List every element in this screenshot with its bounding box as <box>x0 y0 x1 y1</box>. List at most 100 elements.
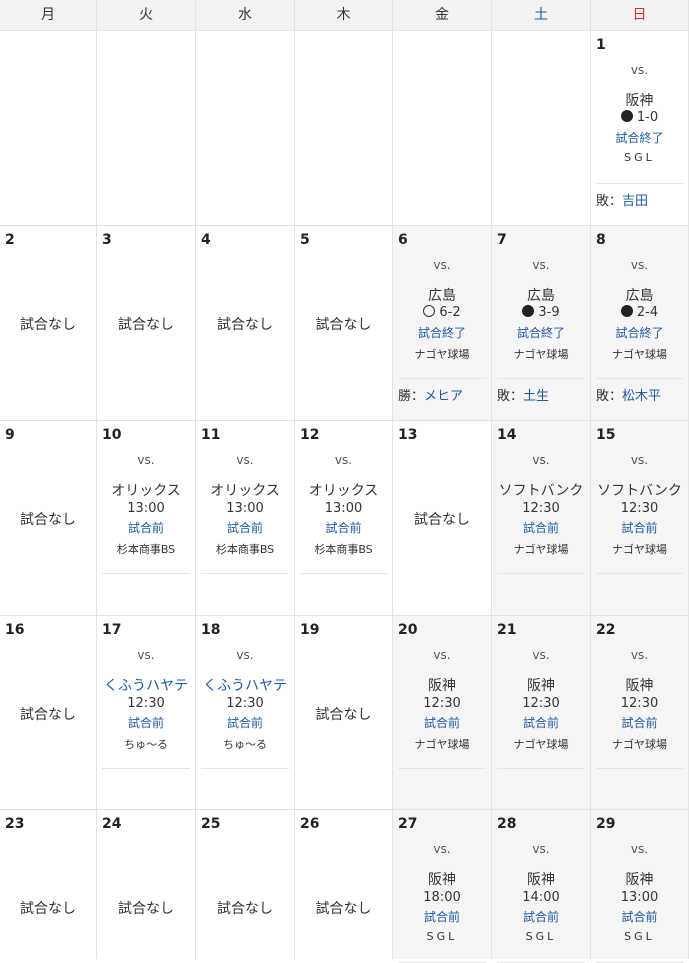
calendar-day-cell[interactable]: 12 vs. オリックス 13:00 試合前 杉本商事BS <box>295 420 393 615</box>
calendar-day-cell[interactable]: 28 vs. 阪神 14:00 試合前 SGL <box>492 809 591 963</box>
day-number: 20 <box>398 622 418 638</box>
game-time: 13:00 <box>226 501 264 516</box>
game-time: 12:30 <box>226 696 264 711</box>
venue-name: ナゴヤ球場 <box>513 738 569 751</box>
venue-name: 杉本商事BS <box>314 543 373 556</box>
game-status-link[interactable]: 試合前 <box>591 714 688 731</box>
calendar-day-cell: 26 試合なし <box>295 809 393 959</box>
opponent-name: 阪神 <box>527 678 555 694</box>
calendar-day-cell: 25 試合なし <box>196 809 295 959</box>
no-game-label: 試合なし <box>20 901 76 917</box>
game-time: 12:30 <box>423 696 461 711</box>
calendar-day-cell[interactable]: 22 vs. 阪神 12:30 試合前 ナゴヤ球場 <box>591 615 689 809</box>
pitcher-divider <box>596 378 683 379</box>
calendar-day-cell[interactable]: 27 vs. 阪神 18:00 試合前 SGL <box>393 809 492 963</box>
vs-label: vs. <box>137 648 155 662</box>
pitcher-link[interactable]: 松木平 <box>622 389 661 404</box>
pitcher-divider <box>596 183 683 184</box>
calendar-day-cell <box>0 30 97 225</box>
opponent-name: 広島 <box>428 288 456 304</box>
game-status-link[interactable]: 試合前 <box>393 908 491 925</box>
opponent-name: 阪神 <box>625 872 654 888</box>
calendar-day-cell[interactable]: 21 vs. 阪神 12:30 試合前 ナゴヤ球場 <box>492 615 591 809</box>
weekday-header: 火 <box>97 0 196 30</box>
vs-label: vs. <box>630 63 649 77</box>
game-status-link[interactable]: 試合前 <box>196 714 294 731</box>
calendar-day-cell[interactable]: 17 vs. くふうハヤテ 12:30 試合前 ちゅ～る <box>97 615 196 809</box>
no-game-label: 試合なし <box>20 512 76 528</box>
day-number: 28 <box>497 816 517 832</box>
opponent-name[interactable]: くふうハヤテ <box>97 675 195 695</box>
game-divider <box>596 768 683 769</box>
day-number: 21 <box>497 622 517 638</box>
game-status-link[interactable]: 試合前 <box>591 519 688 536</box>
game-time: 12:30 <box>522 696 560 711</box>
game-status-link[interactable]: 試合前 <box>97 519 195 536</box>
day-number: 19 <box>300 622 320 638</box>
venue-name: SGL <box>624 151 655 164</box>
calendar-day-cell[interactable]: 15 vs. ソフトバンク 12:30 試合前 ナゴヤ球場 <box>591 420 689 615</box>
game-status-link[interactable]: 試合前 <box>97 714 195 731</box>
calendar-day-cell[interactable]: 6 vs. 広島 6-2 試合終了 ナゴヤ球場 勝：メヒア <box>393 225 492 420</box>
calendar-day-cell[interactable]: 11 vs. オリックス 13:00 試合前 杉本商事BS <box>196 420 295 615</box>
pitcher-divider <box>497 378 585 379</box>
game-status-link[interactable]: 試合前 <box>591 908 688 925</box>
pitcher-link[interactable]: 吉田 <box>622 194 648 209</box>
opponent-name: ソフトバンク <box>498 483 584 499</box>
decision-label: 敗： <box>596 194 623 209</box>
game-status-link[interactable]: 試合終了 <box>492 324 590 341</box>
day-number: 15 <box>596 427 616 443</box>
vs-label: vs. <box>630 258 649 272</box>
calendar-day-cell[interactable]: 1 vs. 阪神 1-0 試合終了 SGL 敗：吉田 <box>591 30 689 225</box>
venue-name: ナゴヤ球場 <box>612 543 667 556</box>
vs-label: vs. <box>532 258 550 272</box>
opponent-name[interactable]: くふうハヤテ <box>196 675 294 695</box>
calendar-day-cell[interactable]: 14 vs. ソフトバンク 12:30 試合前 ナゴヤ球場 <box>492 420 591 615</box>
vs-label: vs. <box>137 453 155 467</box>
calendar-day-cell: 5 試合なし <box>295 225 393 420</box>
decision-pitcher: 敗：松木平 <box>596 385 661 404</box>
game-status-link[interactable]: 試合終了 <box>591 324 688 341</box>
pitcher-link[interactable]: メヒア <box>424 389 463 404</box>
game-status-link[interactable]: 試合終了 <box>591 129 688 146</box>
calendar-day-cell[interactable]: 7 vs. 広島 3-9 試合終了 ナゴヤ球場 敗：土生 <box>492 225 591 420</box>
day-number: 26 <box>300 816 320 832</box>
day-number: 18 <box>201 622 221 638</box>
calendar-day-cell: 16 試合なし <box>0 615 97 809</box>
game-status-link[interactable]: 試合前 <box>196 519 294 536</box>
day-number: 29 <box>596 816 616 832</box>
vs-label: vs. <box>433 648 451 662</box>
vs-label: vs. <box>532 842 550 856</box>
game-status-link[interactable]: 試合終了 <box>393 324 491 341</box>
pitcher-link[interactable]: 土生 <box>523 389 549 404</box>
game-status-link[interactable]: 試合前 <box>492 519 590 536</box>
calendar-day-cell[interactable]: 29 vs. 阪神 13:00 試合前 SGL <box>591 809 689 963</box>
day-number: 7 <box>497 232 507 248</box>
weekday-header: 月 <box>0 0 97 30</box>
decision-pitcher: 勝：メヒア <box>398 385 463 404</box>
day-number: 12 <box>300 427 320 443</box>
calendar-day-cell: 2 試合なし <box>0 225 97 420</box>
opponent-name: オリックス <box>308 483 379 499</box>
game-status-link[interactable]: 試合前 <box>492 908 590 925</box>
loss-circle-icon <box>522 305 535 317</box>
day-number: 24 <box>102 816 122 832</box>
game-status-link[interactable]: 試合前 <box>492 714 590 731</box>
no-game-label: 試合なし <box>20 317 76 333</box>
decision-label: 敗： <box>497 389 524 404</box>
game-score: 3-9 <box>492 305 590 320</box>
venue-name: SGL <box>426 930 458 943</box>
win-circle-icon <box>423 305 436 317</box>
venue-name: ナゴヤ球場 <box>414 348 470 361</box>
calendar-day-cell[interactable]: 8 vs. 広島 2-4 試合終了 ナゴヤ球場 敗：松木平 <box>591 225 689 420</box>
vs-label: vs. <box>532 453 550 467</box>
calendar-day-cell[interactable]: 18 vs. くふうハヤテ 12:30 試合前 ちゅ～る <box>196 615 295 809</box>
game-status-link[interactable]: 試合前 <box>295 519 392 536</box>
calendar-day-cell[interactable]: 10 vs. オリックス 13:00 試合前 杉本商事BS <box>97 420 196 615</box>
opponent-name: 広島 <box>625 288 654 304</box>
calendar-day-cell <box>97 30 196 225</box>
game-status-link[interactable]: 試合前 <box>393 714 491 731</box>
opponent-name: オリックス <box>111 483 181 499</box>
calendar-day-cell[interactable]: 20 vs. 阪神 12:30 試合前 ナゴヤ球場 <box>393 615 492 809</box>
calendar-day-cell <box>393 30 492 225</box>
